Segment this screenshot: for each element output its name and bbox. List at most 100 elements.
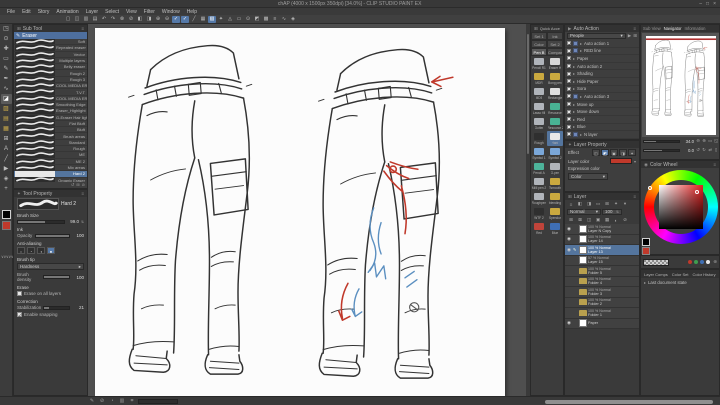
command-icon[interactable]: ↶ — [100, 16, 108, 23]
tool-icon[interactable]: ╱ — [1, 154, 12, 164]
subtool-foot-icon[interactable]: ↺ — [71, 182, 74, 188]
quick-access-item[interactable]: MDR — [531, 71, 547, 86]
menu-item[interactable]: Select — [102, 9, 122, 15]
folder-icon[interactable] — [579, 278, 587, 285]
stepper-icon[interactable]: ⇅ — [81, 220, 84, 224]
layer-name[interactable]: Layer 14 — [588, 239, 611, 243]
foreground-color-swatch[interactable] — [2, 210, 11, 219]
tool-property-tab[interactable]: Tool Property — [23, 191, 52, 197]
color-history-dot[interactable] — [694, 260, 699, 264]
chevron-right-icon[interactable]: ▸ — [573, 109, 575, 114]
quick-access-set-tab[interactable]: Set 1 — [531, 32, 547, 40]
quick-access-item[interactable]: Eraser H — [547, 56, 563, 71]
quick-access-item[interactable]: Pencil A — [531, 161, 547, 176]
minimize-button[interactable]: – — [699, 1, 702, 7]
command-icon[interactable]: ▧ — [208, 15, 216, 23]
layer-name[interactable]: Folder 2 — [588, 302, 611, 306]
status-icon[interactable]: ⌗ — [128, 398, 136, 404]
status-icon[interactable]: ▥ — [118, 398, 126, 404]
panel-menu-icon[interactable]: ≡ — [633, 194, 636, 199]
auto-action-item[interactable]: ✓ ▸ Move up — [565, 101, 639, 109]
layer-thumbnail[interactable] — [579, 245, 587, 254]
command-icon[interactable]: ▢ — [64, 16, 72, 23]
layer-thumbnail[interactable] — [579, 256, 587, 265]
auto-action-item[interactable]: ✓ ▸ Auto action 3 — [565, 93, 639, 101]
action-checkbox[interactable]: ✓ — [567, 79, 572, 85]
quick-access-item[interactable]: Spendur — [547, 206, 563, 221]
effect-button[interactable]: ✦ — [628, 149, 636, 156]
tool-icon[interactable]: ◈ — [1, 174, 12, 184]
add-action-icon[interactable]: ⊞ — [633, 33, 637, 39]
action-checkbox[interactable]: ✓ — [567, 56, 572, 62]
menu-item[interactable]: File — [4, 9, 18, 15]
layer-toolbar-icon[interactable]: ✦ — [612, 201, 620, 207]
quick-access-item[interactable]: Tsmooth — [547, 176, 563, 191]
color-wheel-tab[interactable]: Color Wheel — [650, 162, 678, 168]
brush-size-value[interactable]: 99.0 — [67, 219, 79, 224]
navigator-rotate-icon[interactable]: ▯ — [713, 147, 719, 153]
blend-mode-dropdown[interactable]: Normal ▾ — [567, 209, 601, 215]
command-icon[interactable]: ▤ — [91, 16, 99, 23]
quick-access-set-tab[interactable]: Color — [531, 40, 547, 48]
sv-marker[interactable] — [695, 190, 700, 195]
action-checkbox[interactable]: ✓ — [567, 109, 572, 116]
anti-aliasing-button[interactable]: ◔ — [27, 247, 35, 254]
action-checkbox[interactable]: ✓ — [567, 132, 572, 138]
command-icon[interactable]: ◬ — [226, 16, 234, 23]
layer-toolbar-icon[interactable]: ⊞ — [603, 201, 611, 207]
color-history-dot[interactable] — [700, 260, 705, 264]
chevron-right-icon[interactable]: ▸ — [573, 79, 575, 84]
panel-menu-icon[interactable]: ≡ — [81, 191, 84, 196]
action-checkbox[interactable]: ✓ — [567, 48, 572, 55]
tool-icon[interactable]: ▶ — [1, 164, 12, 174]
action-checkbox[interactable]: ✓ — [567, 124, 572, 131]
chevron-right-icon[interactable]: ▸ — [573, 86, 575, 91]
stabilization-slider[interactable] — [43, 305, 70, 310]
erase-all-layers-checkbox[interactable] — [17, 291, 22, 296]
tool-icon[interactable]: + — [1, 184, 12, 194]
action-checkbox[interactable]: ✓ — [567, 117, 572, 123]
layer-row[interactable]: ◉ ✎ Paper — [565, 318, 639, 329]
auto-action-item[interactable]: ✓ ▸ Blue — [565, 124, 639, 132]
subtool-tab[interactable]: Sub Tool — [23, 26, 42, 32]
folder-icon[interactable] — [579, 299, 587, 306]
layer-row[interactable]: ◉ ✎ 100 % Normal Folder 5 — [565, 266, 639, 277]
enable-snapping-checkbox[interactable]: ✓ — [17, 312, 22, 318]
quick-access-item[interactable]: Symbol 2 — [547, 146, 563, 161]
color-history-dot[interactable] — [706, 260, 711, 264]
quick-access-item[interactable]: Lasso fill — [531, 101, 547, 116]
layer-opacity-field[interactable]: 100 ⇅ — [602, 209, 622, 215]
layer-name[interactable]: Folder 3 — [588, 292, 611, 296]
canvas-area[interactable] — [88, 24, 530, 396]
command-icon[interactable]: ◩ — [253, 16, 261, 23]
color-history-dot[interactable] — [688, 260, 693, 264]
command-icon[interactable]: ∿ — [280, 16, 288, 23]
layer-row[interactable]: ◉ ✎ 100 % Normal Folder 3 — [565, 287, 639, 298]
command-icon[interactable]: ✦ — [217, 16, 225, 23]
quick-access-item[interactable]: Rectangle — [547, 86, 563, 101]
layer-name[interactable]: Layer N Copy — [588, 229, 611, 233]
layer-toolbar-icon[interactable]: ⊠ — [576, 217, 584, 223]
auto-action-item[interactable]: ✓ ▸ Move down — [565, 108, 639, 116]
add-color-icon[interactable]: ⊕ — [713, 259, 717, 265]
foreground-chip[interactable] — [642, 238, 650, 246]
auto-action-item[interactable]: ✓ ▸ Auto action 2 — [565, 63, 639, 71]
command-icon[interactable]: ✓ — [181, 15, 189, 23]
tool-icon[interactable]: A — [1, 144, 12, 154]
subtool-foot-icon[interactable]: ⊞ — [76, 182, 79, 188]
navigator-zoom-slider[interactable] — [643, 139, 680, 143]
layer-tab[interactable]: Layer — [574, 194, 587, 200]
auto-action-item[interactable]: ✓ ▸ Paper — [565, 55, 639, 63]
layer-visibility-eye-icon[interactable]: ◉ — [566, 236, 572, 242]
command-icon[interactable]: ⊙ — [244, 16, 252, 23]
layer-row[interactable]: ◉ ✎ 100 % Normal Folder 1 — [565, 308, 639, 319]
chevron-right-icon[interactable]: ▸ — [573, 117, 575, 122]
layer-comps-tab[interactable]: Color Set — [672, 272, 689, 277]
action-checkbox[interactable]: ✓ — [567, 102, 572, 108]
layer-toolbar-icon[interactable]: ▭ — [594, 201, 602, 207]
anti-aliasing-button[interactable]: ◑ — [37, 247, 45, 254]
auto-action-item[interactable]: ✓ ▸ Sora — [565, 86, 639, 94]
expression-color-dropdown[interactable]: Color ▾ — [568, 173, 608, 180]
action-checkbox[interactable]: ✓ — [567, 71, 572, 78]
subtool-foot-icon[interactable]: ⊘ — [82, 182, 85, 188]
